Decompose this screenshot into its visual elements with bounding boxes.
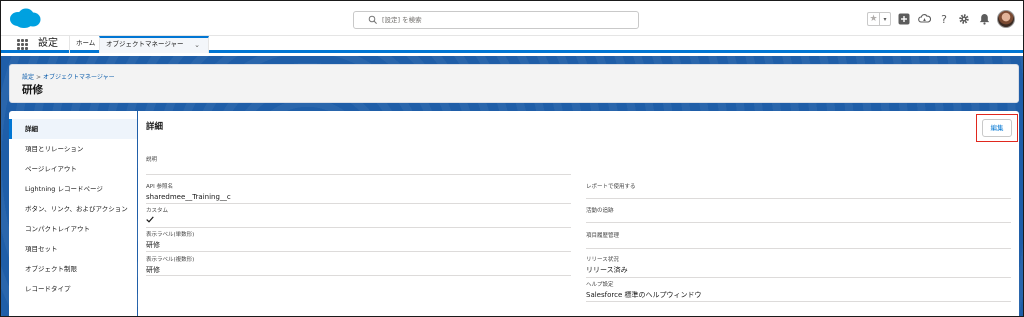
field-value: sharedmee__Training__c xyxy=(146,193,231,201)
notifications-bell-icon[interactable] xyxy=(977,12,991,26)
field-label: レポートで使用する xyxy=(586,184,636,190)
breadcrumb-setup[interactable]: 設定 xyxy=(22,74,34,81)
chevron-down-icon[interactable]: ⌄ xyxy=(194,39,200,51)
sidebar-item-details[interactable]: 詳細 xyxy=(9,119,137,139)
sidebar-item-fields-relationships[interactable]: 項目とリレーション xyxy=(9,139,137,159)
setup-gear-icon[interactable] xyxy=(957,12,971,26)
tab-home[interactable]: ホーム xyxy=(69,36,101,53)
salesforce-cloud-logo[interactable] xyxy=(9,7,41,29)
field-label: 項目履歴管理 xyxy=(586,233,620,239)
search-icon xyxy=(368,15,377,24)
field-label: API 参照名 xyxy=(146,184,173,190)
field-label: 活動の追跡 xyxy=(586,208,614,214)
field-label-singular: 表示ラベル(単数形) 研修 xyxy=(146,231,571,252)
tab-home-label: ホーム xyxy=(76,39,96,47)
field-value: 研修 xyxy=(146,266,160,274)
details-panel: 詳細 編集 説明 API 参照名 sharedmee__Training__c … xyxy=(138,111,1019,316)
field-api-name: API 参照名 sharedmee__Training__c xyxy=(146,183,571,204)
header-actions: ★ ▾ ? xyxy=(867,9,1015,29)
field-track-field-history: 項目履歴管理 xyxy=(586,232,1011,249)
field-label: カスタム xyxy=(146,208,169,214)
field-value: Salesforce 標準のヘルプウィンドウ xyxy=(586,291,702,299)
app-name: 設定 xyxy=(38,38,58,49)
breadcrumb-object-manager[interactable]: オブジェクトマネージャー xyxy=(43,74,115,81)
field-track-activities: 活動の追跡 xyxy=(586,207,1011,223)
field-allow-reports: レポートで使用する xyxy=(586,183,1011,199)
search-placeholder: [設定] を検索 xyxy=(382,16,422,24)
sidebar-item-record-types[interactable]: レコードタイプ xyxy=(9,279,137,299)
checkmark-icon xyxy=(146,216,154,223)
breadcrumb: 設定 > オブジェクトマネージャー xyxy=(22,72,115,81)
app-window: [設定] を検索 ★ ▾ ? 設定 ホーム オブジェクトマネージャー ⌄ 設定 … xyxy=(0,0,1024,317)
tab-object-manager-label: オブジェクトマネージャー xyxy=(106,40,184,48)
favorite-star-icon[interactable]: ★ xyxy=(868,13,879,25)
favorite-dropdown-icon[interactable]: ▾ xyxy=(879,13,890,25)
favorites-control: ★ ▾ xyxy=(867,12,891,26)
field-custom: カスタム xyxy=(146,207,571,228)
field-label: ヘルプ設定 xyxy=(586,282,614,288)
sidebar-item-field-sets[interactable]: 項目セット xyxy=(9,239,137,259)
field-description: 説明 xyxy=(146,156,571,175)
field-label: リリース状況 xyxy=(586,257,619,263)
field-label: 表示ラベル(複数形) xyxy=(146,257,195,263)
edit-button[interactable]: 編集 xyxy=(982,119,1012,137)
page-header: 設定 > オブジェクトマネージャー 研修 xyxy=(9,64,1019,103)
tab-object-manager[interactable]: オブジェクトマネージャー ⌄ xyxy=(99,36,209,53)
context-bar: 設定 ホーム オブジェクトマネージャー ⌄ xyxy=(1,36,1023,53)
app-launcher-icon[interactable] xyxy=(17,39,28,50)
field-value: 研修 xyxy=(146,241,160,249)
page-title: 研修 xyxy=(22,84,43,96)
field-label-plural: 表示ラベル(複数形) 研修 xyxy=(146,256,571,276)
global-header: [設定] を検索 ★ ▾ ? xyxy=(1,1,1023,36)
sidebar-item-page-layouts[interactable]: ページレイアウト xyxy=(9,159,137,179)
field-label: 説明 xyxy=(146,157,158,163)
field-label: 表示ラベル(単数形) xyxy=(146,232,195,238)
details-title: 詳細 xyxy=(146,122,164,132)
sidebar-item-lightning-record-pages[interactable]: Lightning レコードページ xyxy=(9,179,137,199)
user-avatar[interactable] xyxy=(997,10,1015,28)
global-search-input[interactable]: [設定] を検索 xyxy=(353,11,639,29)
trailhead-icon[interactable] xyxy=(917,12,931,26)
field-help-settings: ヘルプ設定 Salesforce 標準のヘルプウィンドウ xyxy=(586,281,1011,302)
help-icon[interactable]: ? xyxy=(937,12,951,26)
sidebar-item-compact-layouts[interactable]: コンパクトレイアウト xyxy=(9,219,137,239)
global-add-icon[interactable] xyxy=(897,12,911,26)
object-sidebar: 詳細 項目とリレーション ページレイアウト Lightning レコードページ … xyxy=(9,111,137,316)
sidebar-item-buttons-links-actions[interactable]: ボタン、リンク、およびアクション xyxy=(9,199,137,219)
field-value: リリース済み xyxy=(586,266,628,274)
breadcrumb-separator: > xyxy=(36,74,42,81)
field-deployment-status: リリース状況 リリース済み xyxy=(586,256,1011,278)
sidebar-item-object-limits[interactable]: オブジェクト制限 xyxy=(9,259,137,279)
